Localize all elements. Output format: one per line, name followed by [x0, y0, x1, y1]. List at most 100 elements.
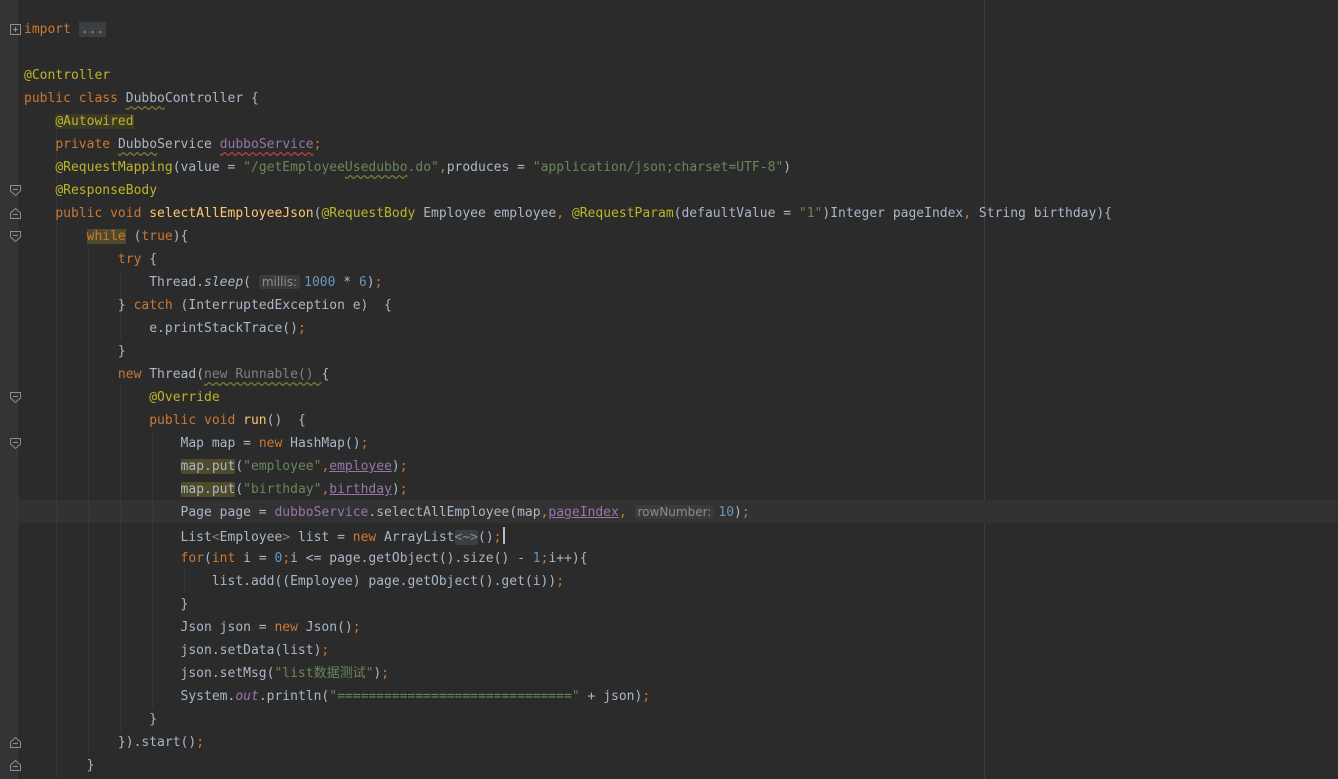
right-margin-guide	[984, 0, 985, 779]
code-line[interactable]: try {	[24, 248, 157, 271]
code-line[interactable]: json.setMsg("list数据测试");	[24, 662, 390, 685]
code-line[interactable]: Json json = new Json();	[24, 616, 361, 639]
code-line[interactable]: map.put("employee",employee);	[24, 455, 408, 478]
code-token: "application/json;charset=UTF-8"	[532, 160, 784, 175]
code-token: Controller {	[164, 91, 259, 106]
code-line[interactable]: @Autowired	[24, 110, 134, 133]
folded-diamond[interactable]: <~>	[454, 530, 478, 545]
code-line[interactable]: Map map = new HashMap();	[24, 432, 369, 455]
code-token: Dubbo	[125, 91, 165, 106]
code-token: Thread(	[141, 367, 205, 382]
text-caret	[503, 527, 506, 544]
code-editor[interactable]: import ... @Controller public class DubboC…	[0, 0, 1338, 779]
code-token: ;	[321, 643, 330, 658]
code-token: ){	[172, 229, 189, 244]
code-token: )	[366, 275, 375, 290]
code-line[interactable]: list.add((Employee) page.getObject().get…	[24, 570, 564, 593]
collapse-fold-icon[interactable]	[10, 737, 21, 748]
code-line[interactable]: }	[24, 593, 189, 616]
code-line[interactable]: private DubboService dubboService;	[24, 133, 321, 156]
editor-gutter[interactable]	[0, 0, 18, 779]
code-token: }).	[24, 735, 142, 750]
code-token: new	[274, 620, 298, 635]
code-line[interactable]: Thread.sleep( millis: 1000 * 6);	[24, 271, 382, 294]
code-line[interactable]: @ResponseBody	[24, 179, 157, 202]
code-token: (value =	[172, 160, 244, 175]
code-line[interactable]: public void run() {	[24, 409, 306, 432]
code-token: ,	[438, 160, 447, 175]
collapse-fold-icon[interactable]	[10, 760, 21, 771]
code-token: ;	[352, 620, 361, 635]
code-line[interactable]: @Controller	[24, 64, 110, 87]
code-line[interactable]: @RequestMapping(value = "/getEmployeeUse…	[24, 156, 791, 179]
code-token: birthday	[329, 482, 392, 497]
code-token: produces =	[446, 160, 533, 175]
collapse-fold-icon[interactable]	[10, 208, 21, 219]
code-token: .println(	[258, 689, 330, 704]
code-token: 1000	[304, 275, 336, 290]
code-token: @RequestParam	[571, 206, 674, 221]
code-line[interactable]: Page page = dubboService.selectAllEmploy…	[24, 501, 750, 524]
code-token: public void	[149, 413, 244, 428]
code-token: 6	[358, 275, 367, 290]
collapse-fold-icon[interactable]	[10, 231, 21, 242]
code-token: (	[235, 482, 244, 497]
code-line[interactable]: @Override	[24, 386, 220, 409]
collapse-fold-icon[interactable]	[10, 185, 21, 196]
code-line[interactable]: public void selectAllEmployeeJson(@Reque…	[24, 202, 1112, 225]
folded-imports[interactable]: ...	[78, 22, 107, 37]
code-token: for	[180, 551, 205, 566]
code-token: *	[335, 275, 359, 290]
code-token: 1	[532, 551, 541, 566]
code-token: }	[24, 758, 95, 773]
code-token: "1"	[798, 206, 823, 221]
code-token: 10	[718, 505, 735, 520]
code-token: new	[258, 436, 283, 451]
code-token: (	[235, 459, 244, 474]
code-line[interactable]: new Thread(new Runnable() {	[24, 363, 329, 386]
code-token: "/getEmployee	[243, 160, 345, 175]
code-token: ;	[297, 321, 306, 336]
code-line[interactable]: public class DubboController {	[24, 87, 259, 110]
code-token: "=============================="	[329, 689, 580, 704]
code-token: Json()	[297, 620, 353, 635]
code-line[interactable]: } catch (InterruptedException e) {	[24, 294, 392, 317]
code-token: }	[24, 712, 158, 727]
code-token: try	[117, 252, 142, 267]
code-line[interactable]: System.out.println("====================…	[24, 685, 651, 708]
code-line[interactable]: }	[24, 754, 95, 777]
code-token: String birthday){	[978, 206, 1112, 221]
code-token: e.printStackTrace()	[24, 321, 298, 336]
code-line[interactable]: e.printStackTrace();	[24, 317, 306, 340]
expand-fold-icon[interactable]	[10, 24, 21, 35]
code-line[interactable]: }	[24, 708, 157, 731]
code-token: )Integer pageIndex	[822, 206, 964, 221]
code-line[interactable]: while (true){	[24, 225, 188, 248]
code-token: "list数据测试"	[274, 666, 374, 681]
collapse-fold-icon[interactable]	[10, 438, 21, 449]
code-token: () {	[266, 413, 306, 428]
code-token: Service	[157, 137, 220, 152]
code-line[interactable]: }	[24, 340, 126, 363]
code-token: ArrayList	[376, 530, 455, 545]
code-line[interactable]: map.put("birthday",birthday);	[24, 478, 408, 501]
code-token: (	[204, 551, 212, 566]
code-line[interactable]: }).start();	[24, 731, 204, 754]
parameter-hint: millis:	[258, 275, 301, 289]
code-line[interactable]: for(int i = 0;i <= page.getObject().size…	[24, 547, 588, 570]
code-token: )	[391, 482, 400, 497]
collapse-fold-icon[interactable]	[10, 392, 21, 403]
code-token: i <= page.getObject().size() -	[290, 551, 533, 566]
code-line[interactable]: json.setData(list);	[24, 639, 330, 662]
code-line[interactable]: import ...	[24, 18, 107, 41]
code-line[interactable]: List<Employee> list = new ArrayList<~>()…	[24, 524, 506, 547]
code-token: while	[86, 229, 126, 244]
code-token: @Override	[149, 390, 220, 405]
code-token: employee	[329, 459, 392, 474]
code-token: ;	[741, 505, 750, 520]
